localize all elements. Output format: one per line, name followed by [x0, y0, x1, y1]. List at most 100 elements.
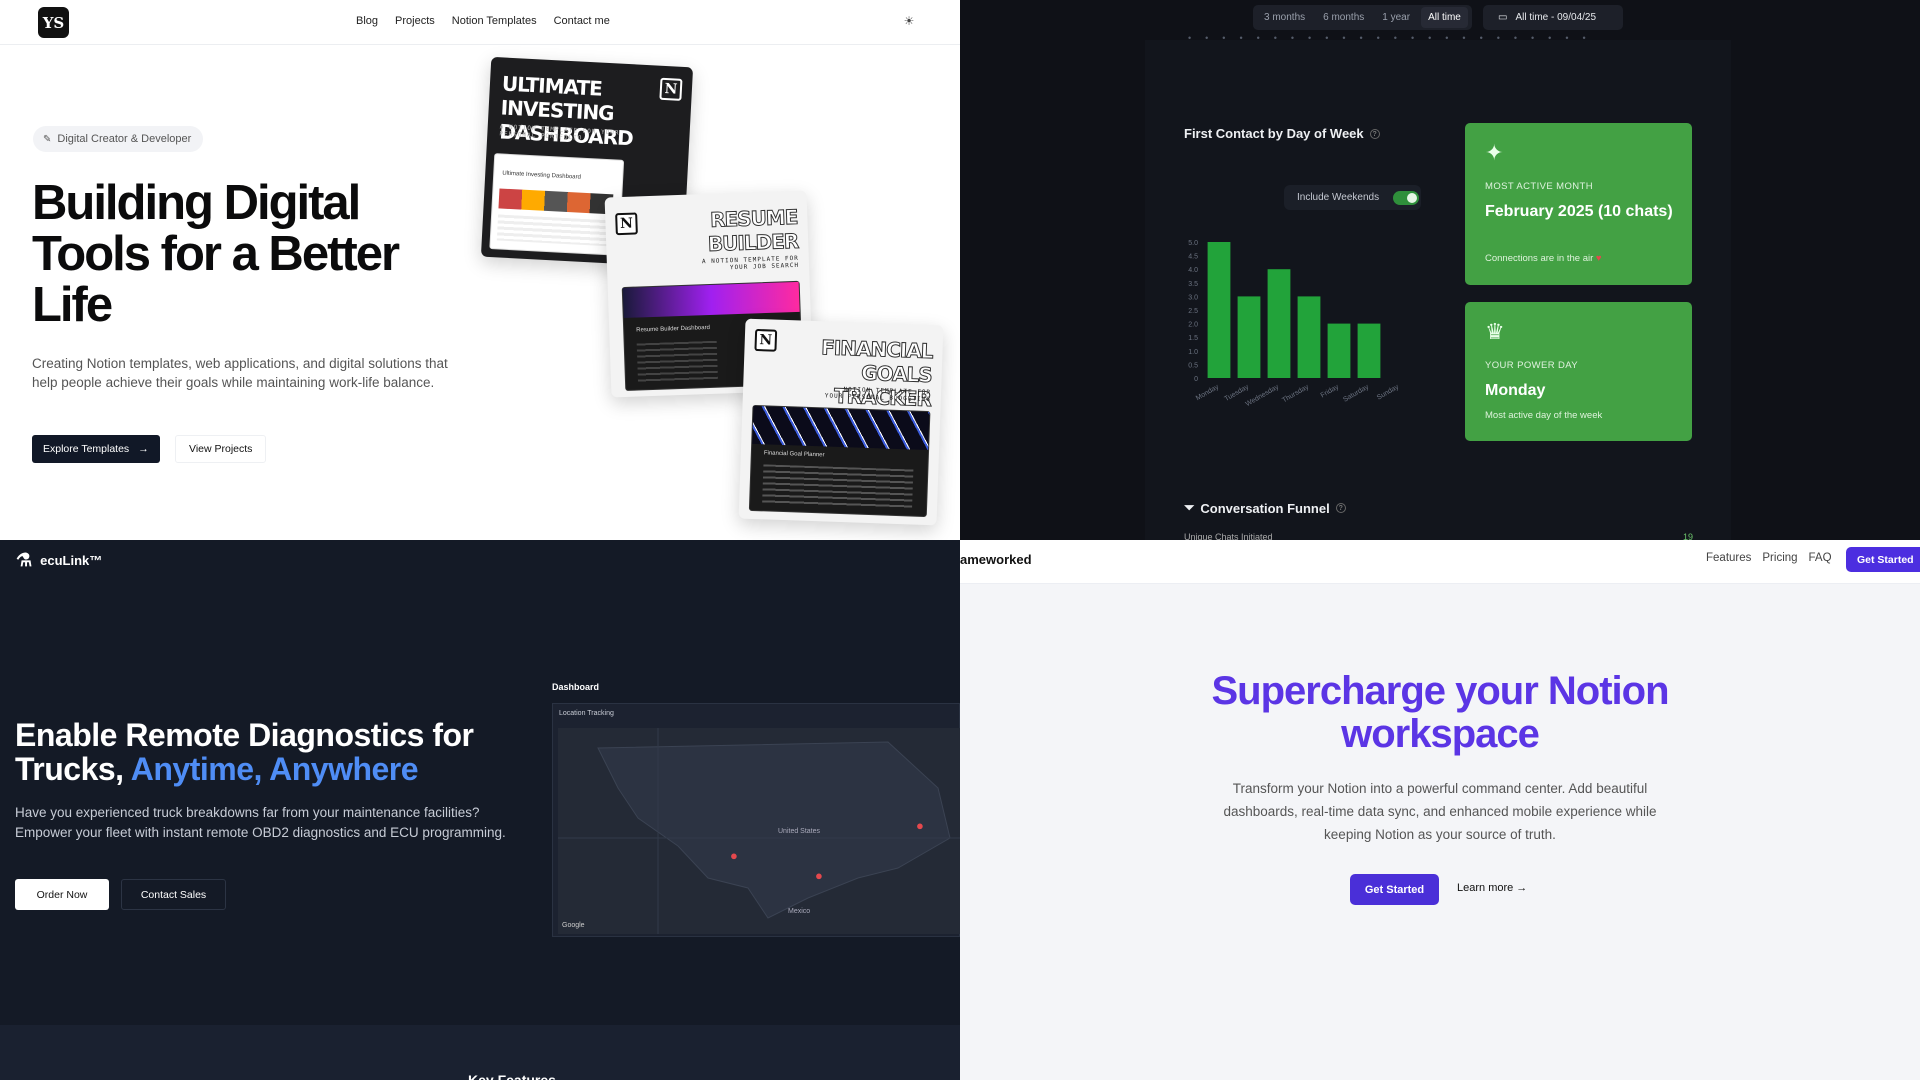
card-screenshot: Financial Goal Planner [748, 404, 931, 518]
x-tick-label: Wednesday [1245, 383, 1281, 408]
card-subtitle: A NOTION TEMPLATE FOR YOUR JOB SEARCH [701, 254, 800, 272]
hero-headline: Enable Remote Diagnostics for Trucks, An… [15, 718, 535, 786]
sparkles-icon: ✦ [1485, 140, 1504, 165]
site-logo[interactable]: YS [38, 7, 69, 38]
conversation-funnel-title: ⏷ Conversation Funnel ? [1184, 500, 1346, 516]
dashboard-label: Dashboard [552, 682, 600, 692]
help-icon[interactable]: ? [1369, 128, 1380, 139]
get-started-button[interactable]: Get Started [1350, 874, 1439, 905]
google-attribution: Google [562, 922, 585, 929]
map-country-label: United States [778, 828, 821, 835]
bar-friday[interactable] [1327, 323, 1351, 378]
bar-tuesday[interactable] [1237, 296, 1261, 378]
top-nav: ameworked Features Pricing FAQ Get Start… [960, 540, 1920, 584]
headline-accent: Anytime, Anywhere [130, 751, 419, 787]
card-screenshot-label: Resume Builder Dashboard [636, 324, 711, 334]
hero-description: Transform your Notion into a powerful co… [1223, 781, 1657, 842]
date-range-picker[interactable]: ▭ All time - 09/04/25 [1483, 5, 1623, 30]
stat-description: Connections are in the air ♥ [1485, 253, 1602, 264]
y-tick-label: 1.5 [1188, 335, 1198, 342]
help-icon[interactable]: ? [1335, 503, 1346, 513]
stat-description: Most active day of the week [1485, 410, 1603, 421]
chart-title-text: First Contact by Day of Week [1184, 126, 1364, 141]
nav-notion-templates[interactable]: Notion Templates [452, 15, 537, 27]
x-tick-label: Monday [1195, 383, 1220, 402]
eculink-panel: ⚗ ecuLink™ Enable Remote Diagnostics for… [0, 540, 960, 1080]
nav-pricing[interactable]: Pricing [1762, 552, 1797, 564]
y-tick-label: 4.5 [1188, 254, 1198, 261]
location-pin-icon[interactable]: ● [815, 868, 823, 883]
personal-site-panel: YS Blog Projects Notion Templates Contac… [0, 0, 960, 540]
card-screenshot-label: Ultimate Investing Dashboard [502, 170, 582, 181]
flask-icon: ⚗ [16, 550, 33, 570]
tab-1-year[interactable]: 1 year [1375, 7, 1417, 28]
sparkle-icon: ✎ [43, 133, 52, 145]
notion-icon: N [659, 77, 683, 101]
chart-title: First Contact by Day of Week ? [1184, 126, 1380, 141]
filter-icon: ⏷ [1184, 500, 1195, 515]
y-tick-label: 2.5 [1188, 308, 1198, 315]
screenshot-rows [496, 214, 612, 247]
contact-sales-button[interactable]: Contact Sales [121, 879, 226, 910]
screenshot-grid: YS Blog Projects Notion Templates Contac… [0, 0, 1920, 1080]
hero-description: Creating Notion templates, web applicati… [32, 356, 448, 390]
explore-templates-button[interactable]: Explore Templates → [32, 435, 160, 463]
template-card-financial-goals[interactable]: FINANCIAL GOALS TRACKER NOTION TEMPLATE … [738, 318, 944, 526]
brand-logo[interactable]: ⚗ ecuLink™ [16, 550, 102, 571]
funnel-title-text: Conversation Funnel [1200, 500, 1330, 516]
location-map[interactable]: United States Mexico ● ● ● Google [558, 728, 960, 934]
dashboard-preview: Location Tracking United States Mexico ●… [552, 703, 960, 937]
nav-projects[interactable]: Projects [395, 15, 435, 27]
power-day-card: ♛ YOUR POWER DAY Monday Most active day … [1465, 302, 1692, 441]
brand-name: ecuLink™ [40, 553, 103, 568]
x-tick-label: Sunday [1376, 383, 1400, 401]
location-pin-icon[interactable]: ● [730, 848, 738, 863]
us-landmass [597, 741, 951, 919]
key-features-heading: Key Features [468, 1072, 556, 1080]
stat-value: Monday [1485, 382, 1546, 399]
location-pin-icon[interactable]: ● [916, 818, 924, 833]
stat-label: YOUR POWER DAY [1485, 360, 1579, 371]
location-tracking-label: Location Tracking [559, 710, 614, 717]
most-active-month-card: ✦ MOST ACTIVE MONTH February 2025 (10 ch… [1465, 123, 1692, 285]
learn-more-link[interactable]: Learn more → [1457, 882, 1527, 894]
explore-templates-label: Explore Templates [43, 443, 130, 455]
calendar-icon: ▭ [1498, 12, 1508, 23]
card-title: RESUME BUILDER [707, 204, 799, 257]
tab-3-months[interactable]: 3 months [1257, 7, 1312, 28]
view-projects-label: View Projects [189, 443, 253, 455]
arrow-right-icon: → [138, 443, 149, 455]
include-weekends-toggle[interactable]: Include Weekends [1284, 185, 1421, 210]
nav-links: Features Pricing FAQ [1706, 552, 1832, 564]
view-projects-button[interactable]: View Projects [175, 435, 267, 463]
bar-monday[interactable] [1207, 242, 1231, 378]
nav-features[interactable]: Features [1706, 552, 1751, 564]
tab-6-months[interactable]: 6 months [1316, 7, 1371, 28]
toggle-switch[interactable] [1393, 190, 1420, 205]
bar-thursday[interactable] [1297, 296, 1321, 378]
nav-faq[interactable]: FAQ [1809, 552, 1832, 564]
y-tick-label: 5.0 [1188, 240, 1198, 247]
role-badge: ✎ Digital Creator & Developer [33, 126, 204, 152]
map-shapes [558, 728, 960, 934]
top-nav: YS Blog Projects Notion Templates Contac… [0, 0, 960, 45]
range-tabs: 3 months 6 months 1 year All time [1253, 5, 1472, 30]
stat-value: February 2025 (10 chats) [1485, 203, 1673, 220]
role-badge-label: Digital Creator & Developer [57, 133, 192, 145]
y-tick-label: 0.5 [1188, 362, 1198, 369]
y-tick-label: 3.5 [1188, 281, 1198, 288]
stat-label: MOST ACTIVE MONTH [1485, 181, 1593, 192]
theme-toggle-sun-icon[interactable]: ☀ [902, 14, 916, 28]
brand-name[interactable]: ameworked [960, 552, 1032, 567]
bar-saturday[interactable] [1357, 323, 1381, 378]
screenshot-thumbnails [498, 188, 614, 215]
nav-blog[interactable]: Blog [356, 15, 378, 27]
tab-all-time[interactable]: All time [1421, 7, 1468, 28]
bar-wednesday[interactable] [1267, 269, 1291, 378]
date-range-label: All time - 09/04/25 [1515, 12, 1597, 23]
stat-description-text: Connections are in the air [1485, 253, 1594, 264]
nav-contact[interactable]: Contact me [554, 15, 610, 27]
order-now-button[interactable]: Order Now [15, 879, 109, 910]
nav-get-started-button[interactable]: Get Started [1846, 547, 1920, 572]
notion-icon: N [615, 212, 638, 236]
